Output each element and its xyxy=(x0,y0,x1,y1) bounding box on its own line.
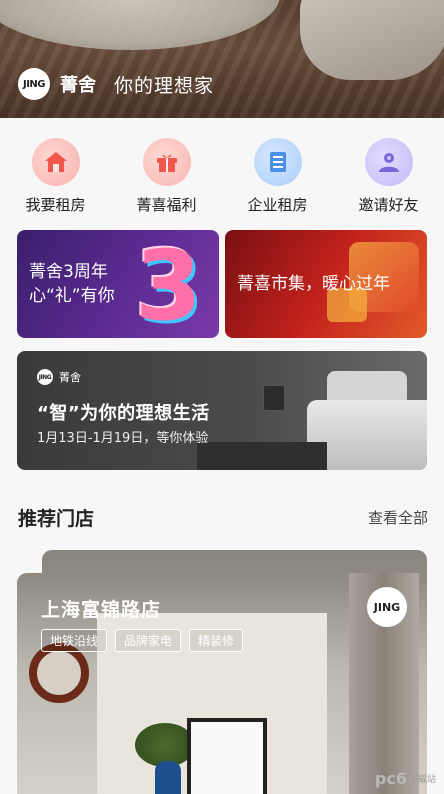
smart-brand-name: 菁舍 xyxy=(59,371,81,384)
smart-banner-title: “智”为你的理想生活 xyxy=(37,403,210,424)
jing-logo-icon: JING xyxy=(37,369,53,385)
promo-line: 菁舍3周年 xyxy=(29,262,108,282)
promo-banners: 3 菁舍3周年 心“礼”有你 菁喜市集，暖心过年 xyxy=(17,230,427,338)
smart-banner-subtitle: 1月13日-1月19日，等你体验 xyxy=(37,431,209,446)
quick-action-rent[interactable]: 我要租房 xyxy=(0,138,111,215)
promo-market[interactable]: 菁喜市集，暖心过年 xyxy=(225,230,427,338)
section-title: 推荐门店 xyxy=(18,508,95,530)
quick-action-enterprise[interactable]: 企业租房 xyxy=(222,138,333,215)
watermark-sub: 下载站 xyxy=(408,775,436,785)
store-tag: 精装修 xyxy=(189,629,244,652)
nightstand-shape xyxy=(197,442,327,470)
picture-frame-shape xyxy=(187,718,267,794)
quick-actions: 我要租房 菁喜福利 企业租房 邀请好友 xyxy=(0,138,444,215)
house-icon xyxy=(31,138,80,186)
promo-line: 心“礼”有你 xyxy=(29,286,115,306)
quick-action-label: 菁喜福利 xyxy=(136,196,197,214)
quick-action-invite[interactable]: 邀请好友 xyxy=(333,138,444,215)
promo-line: 菁喜市集，暖心过年 xyxy=(237,274,390,294)
store-tag: 地铁沿线 xyxy=(41,629,108,652)
recommended-stores-header: 推荐门店 查看全部 xyxy=(18,504,428,531)
chair-shape xyxy=(300,0,444,80)
watermark-text: pc6 xyxy=(374,769,407,788)
anniversary-number: 3 xyxy=(135,230,202,338)
quick-action-label: 邀请好友 xyxy=(358,196,419,214)
smart-banner-brand: JING 菁舍 xyxy=(37,369,81,385)
hero-brand: JING 菁舍 你的理想家 xyxy=(18,68,214,100)
invite-friend-icon xyxy=(364,138,413,186)
round-mirror-shape xyxy=(29,643,89,703)
store-name: 上海富锦路店 xyxy=(41,599,162,621)
hero-banner: JING 菁舍 你的理想家 xyxy=(0,0,444,118)
promo-anniversary-text: 菁舍3周年 心“礼”有你 xyxy=(29,260,115,308)
quick-action-label: 我要租房 xyxy=(25,196,86,214)
store-card[interactable]: 上海富锦路店 地铁沿线 品牌家电 精装修 JING xyxy=(17,573,427,794)
brand-name: 菁舍 xyxy=(60,75,96,96)
vase-shape xyxy=(155,761,181,794)
brand-slogan: 你的理想家 xyxy=(114,74,215,97)
quick-action-label: 企业租房 xyxy=(247,196,308,214)
main-content: 我要租房 菁喜福利 企业租房 邀请好友 3 菁舍3周年 心“礼”有你 菁喜市集，… xyxy=(0,118,444,794)
store-tag: 品牌家电 xyxy=(115,629,182,652)
promo-market-text: 菁喜市集，暖心过年 xyxy=(237,272,390,296)
quick-action-benefits[interactable]: 菁喜福利 xyxy=(111,138,222,215)
smart-switch-shape xyxy=(263,385,285,411)
building-icon xyxy=(253,138,302,186)
store-tags: 地铁沿线 品牌家电 精装修 xyxy=(41,629,244,652)
smart-living-banner[interactable]: JING 菁舍 “智”为你的理想生活 1月13日-1月19日，等你体验 xyxy=(17,351,427,470)
jing-logo-icon: JING xyxy=(367,587,407,627)
promo-anniversary[interactable]: 3 菁舍3周年 心“礼”有你 xyxy=(17,230,219,338)
jing-logo-icon: JING xyxy=(18,68,50,100)
watermark: pc6 下载站 xyxy=(375,769,436,788)
view-all-link[interactable]: 查看全部 xyxy=(368,507,428,528)
gift-icon xyxy=(142,138,191,186)
